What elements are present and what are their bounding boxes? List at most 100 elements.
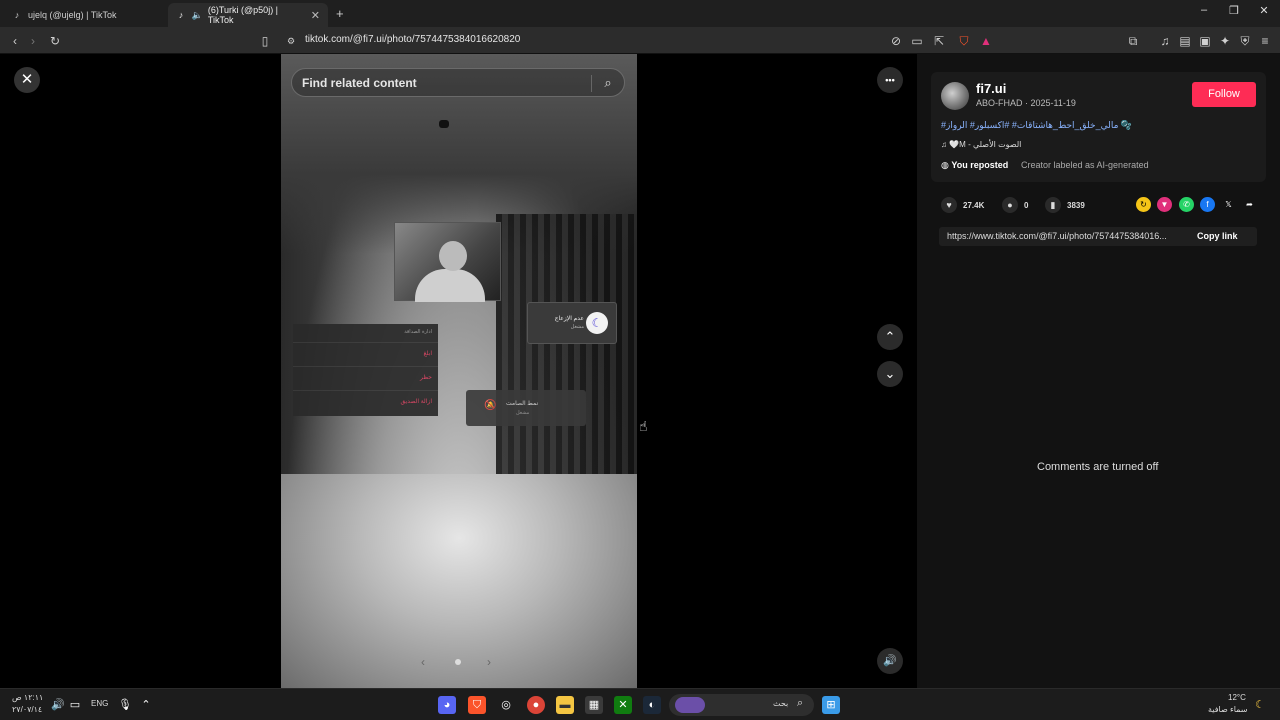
search-divider (591, 75, 592, 92)
search-label: بحث (773, 699, 789, 708)
close-tab-icon[interactable]: ✕ (311, 9, 320, 22)
comment-icon: ● (1002, 197, 1018, 213)
share-repost-icon[interactable]: ↻ (1136, 197, 1151, 212)
overlay-dnd-toggle: عدم الإزعاج مشغل ☾ (527, 302, 617, 344)
speaker-icon[interactable]: 🔊 (49, 696, 67, 714)
search-icon: ⌕ (797, 697, 804, 709)
reload-icon[interactable]: ↻ (46, 32, 64, 50)
chrome-icon[interactable]: ● (527, 696, 545, 714)
related-content-search[interactable]: Find related content ⌕ (291, 68, 625, 97)
portrait-shoulders (415, 269, 485, 302)
chevron-up-icon: ⌃ (884, 329, 896, 344)
post-sound[interactable]: ♫ 🤍M - الصوت الأصلي (941, 140, 1021, 149)
leo-ai-icon[interactable]: ✦ (1216, 32, 1234, 50)
carousel-prev-button[interactable]: ‹ (421, 655, 425, 669)
brave-shields-icon[interactable]: ⛉ (955, 32, 973, 50)
photo-ceiling-light (439, 120, 449, 128)
microphone-icon[interactable]: 🎙 (116, 696, 134, 714)
steam-settings-icon[interactable]: ◎ (497, 696, 515, 714)
carousel-next-button[interactable]: › (487, 655, 491, 669)
no-translate-icon[interactable]: ⊘ (887, 32, 905, 50)
site-info-icon[interactable]: ⚙ (282, 32, 300, 50)
moon-weather-icon[interactable]: ☾ (1251, 696, 1269, 714)
tab-ujelq[interactable]: ♪ ujelq (@ujelg) | TikTok (4, 3, 164, 27)
share-page-icon[interactable]: ⇱ (930, 32, 948, 50)
vpn-icon[interactable]: ⛨ (1236, 32, 1254, 50)
post-hashtags[interactable]: 🫧 مالي_خلق_احط_هاشتاقات# #اكسبلور# الروا… (941, 120, 1141, 131)
menu-item-block: حظر (420, 375, 432, 381)
comment-stat[interactable]: ● 0 (1002, 197, 1028, 213)
share-arrow-icon[interactable]: ➦ (1242, 197, 1257, 212)
username[interactable]: fi7.ui (976, 81, 1006, 96)
start-windows-icon[interactable]: ⊞ (822, 696, 840, 714)
previous-post-button[interactable]: ⌃ (877, 324, 903, 350)
post-photo: ادارة الصداقة ابلغ حظر ازالة الصديق عدم … (281, 54, 637, 688)
sidebar-icon[interactable]: ▤ (1176, 32, 1194, 50)
menu-icon[interactable]: ≡ (1256, 32, 1274, 50)
share-link-row: https://www.tiktok.com/@fi7.ui/photo/757… (939, 227, 1257, 246)
steam-icon[interactable]: ◐ (643, 696, 661, 714)
search-icon[interactable]: ⌕ (599, 74, 617, 92)
minimize-button[interactable]: – (1188, 4, 1220, 16)
brave-rewards-icon[interactable]: ▲ (977, 32, 995, 50)
share-link-text[interactable]: https://www.tiktok.com/@fi7.ui/photo/757… (947, 231, 1189, 241)
xbox-icon[interactable]: ✕ (614, 696, 632, 714)
clock-time[interactable]: ١٢:١١ ص (12, 693, 43, 702)
like-stat[interactable]: ♥ 27.4K (941, 197, 984, 213)
taskbar-search[interactable]: بحث ⌕ (669, 694, 814, 716)
volume-button[interactable]: 🔊 (877, 648, 903, 674)
reposted-indicator: ◍ You reposted (941, 160, 1008, 171)
wallet-icon[interactable]: ▣ (1196, 32, 1214, 50)
weather-temp[interactable]: 12°C (1228, 693, 1246, 702)
facebook-icon[interactable]: f (1200, 197, 1215, 212)
x-icon[interactable]: 𝕏 (1221, 197, 1236, 212)
back-icon[interactable]: ‹ (6, 32, 24, 50)
follow-button[interactable]: Follow (1192, 82, 1256, 107)
file-explorer-icon[interactable]: ▬ (556, 696, 574, 714)
repost-icon: ◍ (941, 160, 949, 170)
share-send-icon[interactable]: ▼ (1157, 197, 1172, 212)
comments-off-message: Comments are turned off (1037, 461, 1159, 473)
address-bar[interactable]: tiktok.com/@fi7.ui/photo/757447538401662… (305, 34, 520, 45)
weather-desc[interactable]: سماء صافية (1208, 705, 1248, 714)
overlay-friend-menu: ادارة الصداقة ابلغ حظر ازالة الصديق (293, 324, 438, 416)
network-icon[interactable]: ▭ (66, 696, 84, 714)
more-options-button[interactable]: ••• (877, 67, 903, 93)
photo-duvet (281, 474, 637, 688)
brave-icon[interactable]: ⛉ (468, 696, 486, 714)
overlay-portrait-image (394, 222, 501, 302)
tab-label: (6)Turki (@p50j) | TikTok (207, 5, 279, 25)
menu-divider (293, 390, 438, 391)
discord-icon[interactable]: ◕ (438, 696, 456, 714)
screenshot-icon[interactable]: ⧉ (1124, 32, 1142, 50)
menu-item-report: ابلغ (423, 351, 432, 357)
search-placeholder: Find related content (302, 76, 417, 90)
close-viewer-button[interactable]: ✕ (14, 67, 40, 93)
bookmark-icon: ▮ (1045, 197, 1061, 213)
chevron-up-icon[interactable]: ⌃ (137, 696, 155, 714)
forward-icon[interactable]: › (24, 32, 42, 50)
cast-icon[interactable]: ▭ (908, 32, 926, 50)
close-window-button[interactable]: ✕ (1248, 4, 1280, 17)
dnd-title: عدم الإزعاج (554, 316, 584, 322)
store-icon[interactable]: ▦ (585, 696, 603, 714)
mouse-cursor-icon: ☝ (639, 418, 648, 434)
maximize-button[interactable]: ❐ (1218, 4, 1250, 17)
language-indicator[interactable]: ENG (91, 699, 108, 708)
speaker-icon[interactable]: 🔈 (192, 10, 203, 20)
new-tab-button[interactable]: + (336, 6, 344, 21)
save-stat[interactable]: ▮ 3839 (1045, 197, 1085, 213)
whatsapp-icon[interactable]: ✆ (1179, 197, 1194, 212)
save-count: 3839 (1067, 200, 1085, 210)
moon-icon: ☾ (586, 312, 608, 334)
clock-date[interactable]: ٢٧/٠٧/١٤ (12, 705, 42, 714)
carousel-dot (455, 659, 461, 665)
tiktok-icon: ♪ (178, 10, 184, 20)
tab-turki[interactable]: ♪ 🔈 (6)Turki (@p50j) | TikTok ✕ (168, 3, 328, 27)
next-post-button[interactable]: ⌄ (877, 361, 903, 387)
avatar[interactable] (941, 82, 969, 110)
media-icon[interactable]: ♫ (1156, 32, 1174, 50)
copy-link-button[interactable]: Copy link (1197, 231, 1238, 241)
silent-status: مشغل (516, 410, 530, 416)
bookmark-icon[interactable]: ▯ (256, 32, 274, 50)
